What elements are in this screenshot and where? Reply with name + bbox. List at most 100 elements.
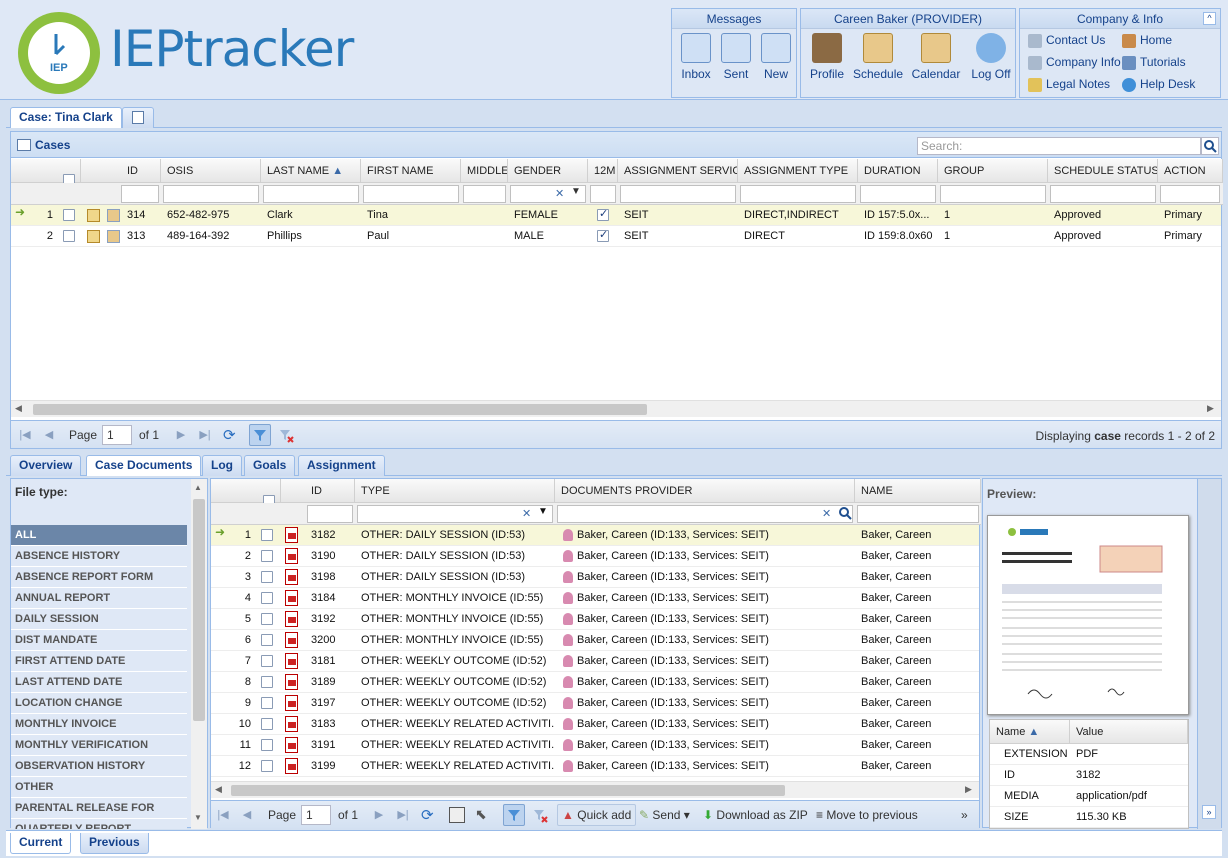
chevron-down-icon[interactable]: ▼ xyxy=(571,186,581,197)
row-checkbox[interactable] xyxy=(261,718,273,730)
select-cursor-icon[interactable]: ⬉ xyxy=(475,806,487,823)
pdf-icon[interactable] xyxy=(285,716,298,732)
docs-col-name[interactable]: NAME xyxy=(855,479,981,503)
clear-filter-icon[interactable]: ✕ xyxy=(555,187,564,200)
pdf-icon[interactable] xyxy=(285,632,298,648)
document-row[interactable]: 10 3183 OTHER: WEEKLY RELATED ACTIVITI... B… xyxy=(211,714,979,735)
row-checkbox[interactable] xyxy=(261,676,273,688)
docs-col-provider[interactable]: DOCUMENTS PROVIDER xyxy=(555,479,855,503)
scroll-right-icon[interactable]: ▶ xyxy=(1207,403,1214,414)
pdf-icon[interactable] xyxy=(285,611,298,627)
row-checkbox[interactable] xyxy=(261,739,273,751)
file-type-item[interactable]: MONTHLY VERIFICATION xyxy=(11,735,187,756)
docs-clear-filters-icon[interactable] xyxy=(531,806,549,824)
file-type-scrollbar[interactable]: ▲ ▼ xyxy=(191,479,207,829)
filter-type[interactable] xyxy=(740,185,856,203)
col-schedule-status[interactable]: SCHEDULE STATUS xyxy=(1048,159,1158,183)
document-row[interactable]: 8 3189 OTHER: WEEKLY OUTCOME (ID:52) Baker,… xyxy=(211,672,979,693)
sent-button[interactable]: Sent xyxy=(718,33,754,81)
docs-next-page-icon[interactable]: ▶ xyxy=(371,807,387,823)
case-row[interactable]: 2 313 489-164-392 Phillips Paul MALE SEIT DIREC… xyxy=(11,226,1221,247)
docs-filter-type[interactable]: ✕ ▼ xyxy=(357,505,553,523)
tab-assignment[interactable]: Assignment xyxy=(298,455,385,476)
quick-add-button[interactable]: ▲ Quick add xyxy=(557,804,637,826)
row-checkbox[interactable] xyxy=(261,550,273,562)
row-checkbox[interactable] xyxy=(261,655,273,667)
file-type-item[interactable]: DIST MANDATE xyxy=(11,630,187,651)
schedule-icon[interactable] xyxy=(107,209,120,222)
document-row[interactable]: 9 3197 OTHER: WEEKLY OUTCOME (ID:52) Baker,… xyxy=(211,693,979,714)
profile-button[interactable]: Profile xyxy=(807,33,847,81)
scroll-up-icon[interactable]: ▲ xyxy=(194,483,202,492)
docs-first-page-icon[interactable]: |◀ xyxy=(215,807,231,823)
filter-osis[interactable] xyxy=(163,185,259,203)
docs-filter-icon[interactable] xyxy=(503,804,525,826)
new-message-button[interactable]: New xyxy=(758,33,794,81)
row-checkbox[interactable] xyxy=(63,209,75,221)
tab-goals[interactable]: Goals xyxy=(244,455,296,476)
col-gender[interactable]: GENDER xyxy=(508,159,588,183)
tab-case[interactable]: Case: Tina Clark xyxy=(10,107,122,128)
row-checkbox[interactable] xyxy=(261,697,273,709)
row-checkbox[interactable] xyxy=(261,592,273,604)
document-row[interactable]: 11 3191 OTHER: WEEKLY RELATED ACTIVITI... B… xyxy=(211,735,979,756)
col-last-name[interactable]: LAST NAME ▲ xyxy=(261,159,361,183)
col-middle[interactable]: MIDDLE xyxy=(461,159,508,183)
filter-service[interactable] xyxy=(620,185,736,203)
document-row[interactable]: 4 3184 OTHER: MONTHLY INVOICE (ID:55) Baker… xyxy=(211,588,979,609)
edit-icon[interactable] xyxy=(87,230,100,243)
file-type-item[interactable]: ABSENCE REPORT FORM xyxy=(11,567,187,588)
tab-log[interactable]: Log xyxy=(202,455,242,476)
pdf-icon[interactable] xyxy=(285,527,298,543)
help-desk-link[interactable]: Help Desk xyxy=(1122,77,1195,92)
file-type-item[interactable]: FIRST ATTEND DATE xyxy=(11,651,187,672)
docs-hscroll-thumb[interactable] xyxy=(231,785,785,796)
file-type-item[interactable]: ALL xyxy=(11,525,187,546)
case-row[interactable]: ➜ 1 314 652-482-975 Clark Tina FEMALE SEIT DIREC… xyxy=(11,205,1221,226)
file-type-item[interactable]: OBSERVATION HISTORY xyxy=(11,756,187,777)
file-type-item[interactable]: LOCATION CHANGE xyxy=(11,693,187,714)
file-type-item[interactable]: LAST ATTEND DATE xyxy=(11,672,187,693)
company-info-link[interactable]: Company Info xyxy=(1028,55,1121,70)
legal-notes-link[interactable]: Legal Notes xyxy=(1028,77,1110,92)
filter-middle[interactable] xyxy=(463,185,506,203)
tab-previous[interactable]: Previous xyxy=(80,833,149,854)
file-type-item[interactable]: ABSENCE HISTORY xyxy=(11,546,187,567)
pdf-icon[interactable] xyxy=(285,590,298,606)
col-first-name[interactable]: FIRST NAME xyxy=(361,159,461,183)
filter-action[interactable] xyxy=(1160,185,1220,203)
search-icon[interactable] xyxy=(1201,137,1219,155)
pdf-icon[interactable] xyxy=(285,674,298,690)
col-group[interactable]: GROUP xyxy=(938,159,1048,183)
filter-icon[interactable] xyxy=(249,424,271,446)
col-12m[interactable]: 12M xyxy=(588,159,618,183)
file-type-scroll-thumb[interactable] xyxy=(193,499,205,721)
filter-group[interactable] xyxy=(940,185,1046,203)
calendar-button[interactable]: Calendar xyxy=(911,33,961,81)
docs-prev-page-icon[interactable]: ◀ xyxy=(239,807,255,823)
filter-id[interactable] xyxy=(121,185,159,203)
docs-clear-type-icon[interactable]: ✕ xyxy=(522,507,531,520)
filter-status[interactable] xyxy=(1050,185,1156,203)
pdf-preview-thumbnail[interactable] xyxy=(987,515,1189,715)
docs-col-id[interactable]: ID xyxy=(305,479,355,503)
columns-icon[interactable] xyxy=(449,807,465,823)
document-row[interactable]: 6 3200 OTHER: MONTHLY INVOICE (ID:55) Baker… xyxy=(211,630,979,651)
props-col-name[interactable]: Name ▲ xyxy=(990,720,1070,744)
document-row[interactable]: 5 3192 OTHER: MONTHLY INVOICE (ID:55) Baker… xyxy=(211,609,979,630)
collapse-up-icon[interactable]: ^ xyxy=(1203,12,1216,25)
page-input[interactable]: 1 xyxy=(102,425,132,445)
log-off-button[interactable]: Log Off xyxy=(969,33,1013,81)
move-previous-button[interactable]: ≡ Move to previous xyxy=(816,808,918,822)
docs-select-all-checkbox[interactable] xyxy=(263,495,275,503)
cases-hscroll-thumb[interactable] xyxy=(33,404,647,415)
scroll-left-icon[interactable]: ◀ xyxy=(15,403,22,414)
next-page-icon[interactable]: ▶ xyxy=(173,427,189,443)
12m-checkbox[interactable] xyxy=(597,207,609,221)
docs-filter-id[interactable] xyxy=(307,505,353,523)
select-all-checkbox[interactable] xyxy=(63,174,75,183)
file-type-item[interactable]: OTHER xyxy=(11,777,187,798)
docs-hscrollbar[interactable]: ◀ ▶ xyxy=(211,781,979,798)
docs-filter-name[interactable] xyxy=(857,505,979,523)
pdf-icon[interactable] xyxy=(285,569,298,585)
